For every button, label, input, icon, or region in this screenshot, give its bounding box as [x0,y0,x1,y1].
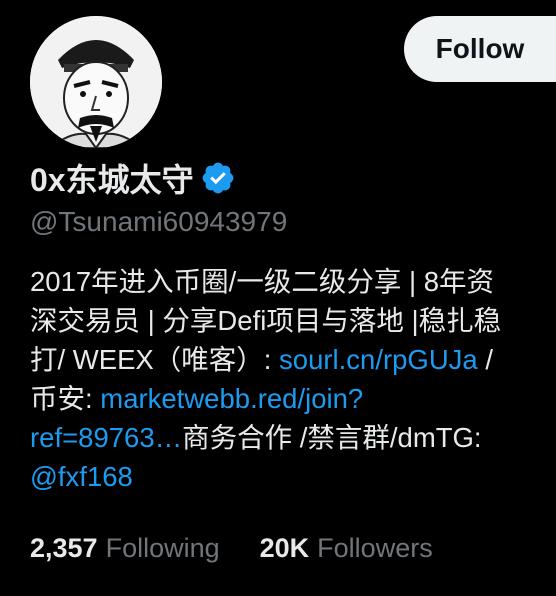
following-count: 2,357 [30,533,98,563]
bio-text: 币安: [30,383,101,414]
bio-line: 币安: marketwebb.red/join? [30,379,550,418]
followers-stat[interactable]: 20K Followers [260,528,433,568]
followers-count: 20K [259,533,310,563]
verified-badge-icon [202,162,233,194]
display-name-text: 0x东城太守 [30,162,194,198]
bio-line: 2017年进入币圈/一级二级分享 | 8年资 [30,266,495,297]
bio-text: 打/ WEEX（唯客）: [30,344,280,375]
followers-label: Followers [317,533,433,563]
follow-button[interactable]: Follow [404,16,556,82]
bio-line: ref=89763…商务合作 /禁言群/dmTG: [30,418,550,457]
profile-stats: 2,357 Following 20K Followers [30,528,473,568]
bio-line: 深交易员 | 分享Defi项目与落地 |稳扎稳 [30,305,502,336]
bio-mention-link[interactable]: @fxf168 [30,461,133,492]
bio-line: 打/ WEEX（唯客）: sourl.cn/rpGUJa / [30,340,550,379]
bio-line: @fxf168 [30,457,550,496]
avatar-portrait-icon [30,16,162,148]
profile-bio: 2017年进入币圈/一级二级分享 | 8年资 深交易员 | 分享Defi项目与落… [30,262,550,496]
bio-text: / [477,344,494,375]
bio-link-weex[interactable]: sourl.cn/rpGUJa [279,344,478,375]
bio-link-binance[interactable]: marketwebb.red/join? [100,383,363,414]
following-stat[interactable]: 2,357 Following [30,528,220,568]
following-label: Following [105,533,220,563]
bio-text: 商务合作 /禁言群/dmTG: [182,422,482,453]
profile-avatar[interactable] [28,14,164,150]
bio-link-binance-cont[interactable]: ref=89763… [30,422,182,453]
display-name: 0x东城太守 [30,154,236,202]
user-handle: @Tsunami60943979 [30,206,288,237]
